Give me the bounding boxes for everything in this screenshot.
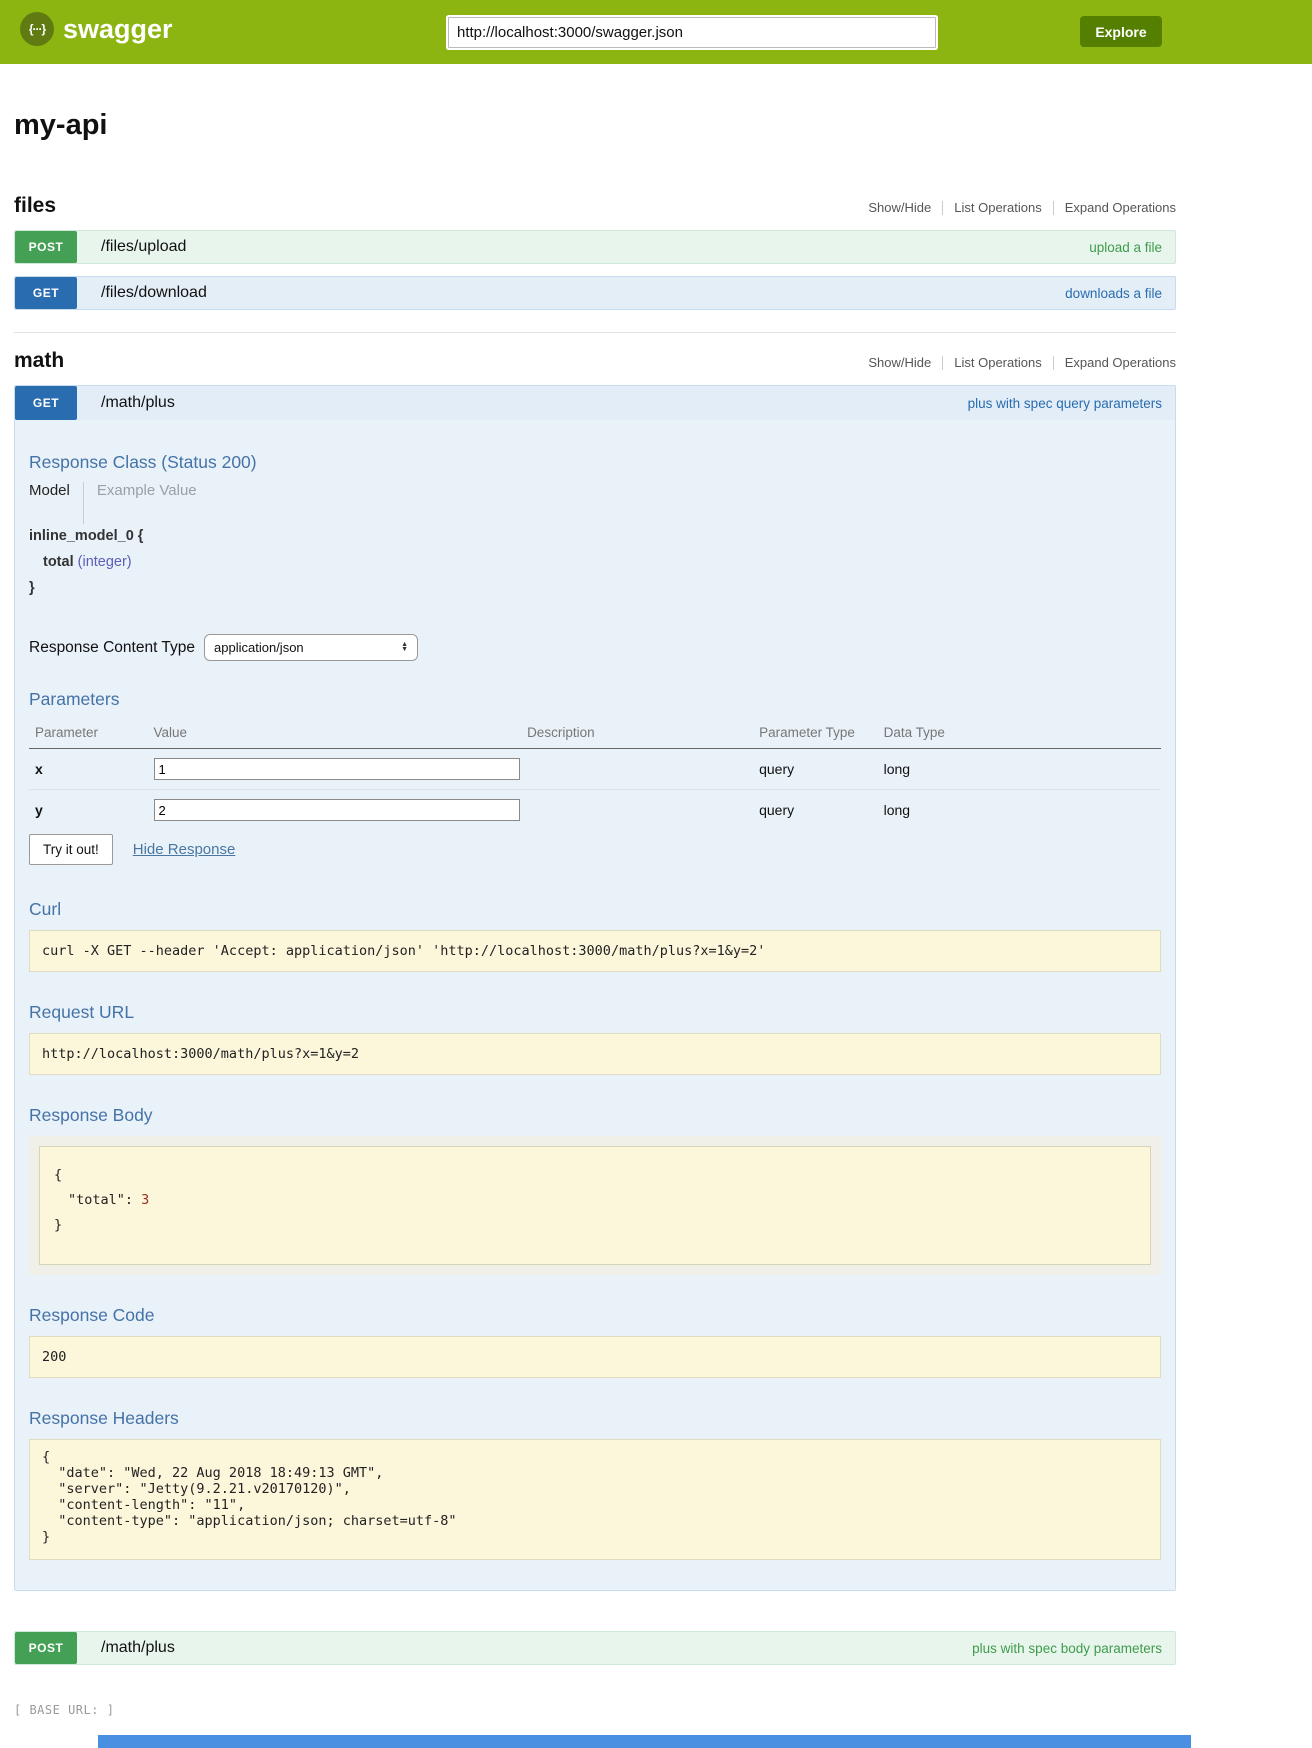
- response-code-heading: Response Code: [29, 1305, 1161, 1326]
- parameter-row-y: y query long: [29, 790, 1161, 831]
- param-name: y: [29, 790, 154, 831]
- model-property-type: (integer): [78, 554, 132, 570]
- response-headers-block: { "date": "Wed, 22 Aug 2018 18:49:13 GMT…: [29, 1439, 1161, 1561]
- response-content-type-row: Response Content Type application/json ▲…: [29, 634, 1161, 661]
- param-name: x: [29, 749, 154, 790]
- model-property-name: total: [43, 554, 74, 570]
- curl-heading: Curl: [29, 899, 1161, 920]
- param-type: query: [759, 749, 884, 790]
- method-badge-post: POST: [15, 231, 77, 263]
- operation-post-files-upload[interactable]: POST /files/upload upload a file: [14, 230, 1176, 264]
- math-list-operations-link[interactable]: List Operations: [943, 355, 1052, 370]
- param-type: query: [759, 790, 884, 831]
- col-parameter: Parameter: [29, 718, 154, 749]
- hide-response-link[interactable]: Hide Response: [133, 841, 236, 858]
- param-description: [527, 790, 759, 831]
- col-data-type: Data Type: [884, 718, 1161, 749]
- json-open-brace: {: [54, 1163, 1136, 1188]
- operation-summary-link[interactable]: plus with spec query parameters: [968, 396, 1162, 411]
- method-badge-post: POST: [15, 1632, 77, 1664]
- operation-get-math-plus-expanded: GET /math/plus plus with spec query para…: [14, 385, 1176, 1591]
- json-total-line: "total": 3: [54, 1188, 1136, 1213]
- chevron-updown-icon: ▲▼: [401, 643, 408, 652]
- request-url-block: http://localhost:3000/math/plus?x=1&y=2: [29, 1033, 1161, 1075]
- operation-summary-link[interactable]: upload a file: [1089, 240, 1162, 255]
- header-bar: {···} swagger Explore: [0, 0, 1312, 64]
- files-list-operations-link[interactable]: List Operations: [943, 200, 1052, 215]
- model-snippet: inline_model_0 { total (integer) }: [29, 528, 1161, 596]
- math-section-title: math: [14, 349, 64, 373]
- math-show-hide-link[interactable]: Show/Hide: [857, 355, 942, 370]
- files-section-header: files Show/Hide List Operations Expand O…: [14, 194, 1176, 218]
- explore-button[interactable]: Explore: [1080, 16, 1162, 47]
- math-expand-operations-link[interactable]: Expand Operations: [1054, 355, 1176, 370]
- operation-summary-link[interactable]: plus with spec body parameters: [972, 1641, 1162, 1656]
- param-y-input[interactable]: [154, 799, 520, 821]
- model-property: total (integer): [43, 554, 1161, 570]
- try-row: Try it out! Hide Response: [29, 834, 1161, 865]
- response-content-type-label: Response Content Type: [29, 639, 195, 657]
- operation-path-link[interactable]: /files/download: [101, 284, 207, 302]
- files-show-hide-link[interactable]: Show/Hide: [857, 200, 942, 215]
- operation-get-math-plus-header[interactable]: GET /math/plus plus with spec query para…: [15, 386, 1175, 420]
- param-description: [527, 749, 759, 790]
- files-section-controls: Show/Hide List Operations Expand Operati…: [857, 200, 1176, 215]
- response-code-block: 200: [29, 1336, 1161, 1378]
- selected-content-type: application/json: [214, 640, 304, 655]
- model-closing-brace: }: [29, 580, 1161, 596]
- col-description: Description: [527, 718, 759, 749]
- content-wrap: my-api files Show/Hide List Operations E…: [14, 109, 1176, 1717]
- operation-get-files-download[interactable]: GET /files/download downloads a file: [14, 276, 1176, 310]
- operation-path-link[interactable]: /math/plus: [101, 394, 175, 412]
- try-it-out-button[interactable]: Try it out!: [29, 834, 113, 865]
- section-divider: [14, 332, 1176, 333]
- col-parameter-type: Parameter Type: [759, 718, 884, 749]
- method-badge-get: GET: [15, 277, 77, 309]
- tab-model[interactable]: Model: [29, 482, 70, 499]
- math-section-header: math Show/Hide List Operations Expand Op…: [14, 349, 1176, 373]
- parameters-table: Parameter Value Description Parameter Ty…: [29, 718, 1161, 830]
- parameters-heading: Parameters: [29, 689, 1161, 710]
- model-tabs: Model Example Value: [29, 482, 1161, 524]
- param-data-type: long: [884, 790, 1161, 831]
- files-section-title: files: [14, 194, 56, 218]
- response-body-wrapper: {"total": 3}: [29, 1136, 1161, 1275]
- swagger-logo-icon: {···}: [20, 12, 54, 46]
- response-body-heading: Response Body: [29, 1105, 1161, 1126]
- parameters-header-row: Parameter Value Description Parameter Ty…: [29, 718, 1161, 749]
- operation-post-math-plus[interactable]: POST /math/plus plus with spec body para…: [14, 1631, 1176, 1665]
- curl-command-block: curl -X GET --header 'Accept: applicatio…: [29, 930, 1161, 972]
- response-content-type-select[interactable]: application/json ▲▼: [204, 634, 418, 661]
- operation-summary-link[interactable]: downloads a file: [1065, 286, 1162, 301]
- operation-path-link[interactable]: /files/upload: [101, 238, 186, 256]
- json-value: 3: [141, 1192, 149, 1208]
- method-badge-get: GET: [15, 386, 77, 420]
- response-body-block: {"total": 3}: [39, 1146, 1151, 1265]
- json-close-brace: }: [54, 1213, 1136, 1238]
- bottom-blue-bar: [98, 1735, 1191, 1748]
- parameter-row-x: x query long: [29, 749, 1161, 790]
- files-expand-operations-link[interactable]: Expand Operations: [1054, 200, 1176, 215]
- json-separator: :: [125, 1192, 141, 1208]
- response-headers-heading: Response Headers: [29, 1408, 1161, 1429]
- model-declaration: inline_model_0 {: [29, 528, 1161, 544]
- param-data-type: long: [884, 749, 1161, 790]
- math-section-controls: Show/Hide List Operations Expand Operati…: [857, 355, 1176, 370]
- operation-content: Response Class (Status 200) Model Exampl…: [15, 420, 1175, 1590]
- swagger-logo[interactable]: {···} swagger: [20, 12, 173, 46]
- base-url-footer: [ BASE URL: ]: [14, 1703, 1176, 1717]
- param-x-input[interactable]: [154, 758, 520, 780]
- request-url-heading: Request URL: [29, 1002, 1161, 1023]
- operation-path-link[interactable]: /math/plus: [101, 1639, 175, 1657]
- json-key: "total": [68, 1192, 125, 1208]
- brand-name: swagger: [63, 14, 173, 45]
- api-title: my-api: [14, 109, 1176, 142]
- tab-separator: [83, 482, 84, 524]
- response-class-heading: Response Class (Status 200): [29, 452, 1161, 473]
- tab-example-value[interactable]: Example Value: [97, 482, 197, 499]
- col-value: Value: [154, 718, 528, 749]
- spec-url-input[interactable]: [448, 17, 936, 48]
